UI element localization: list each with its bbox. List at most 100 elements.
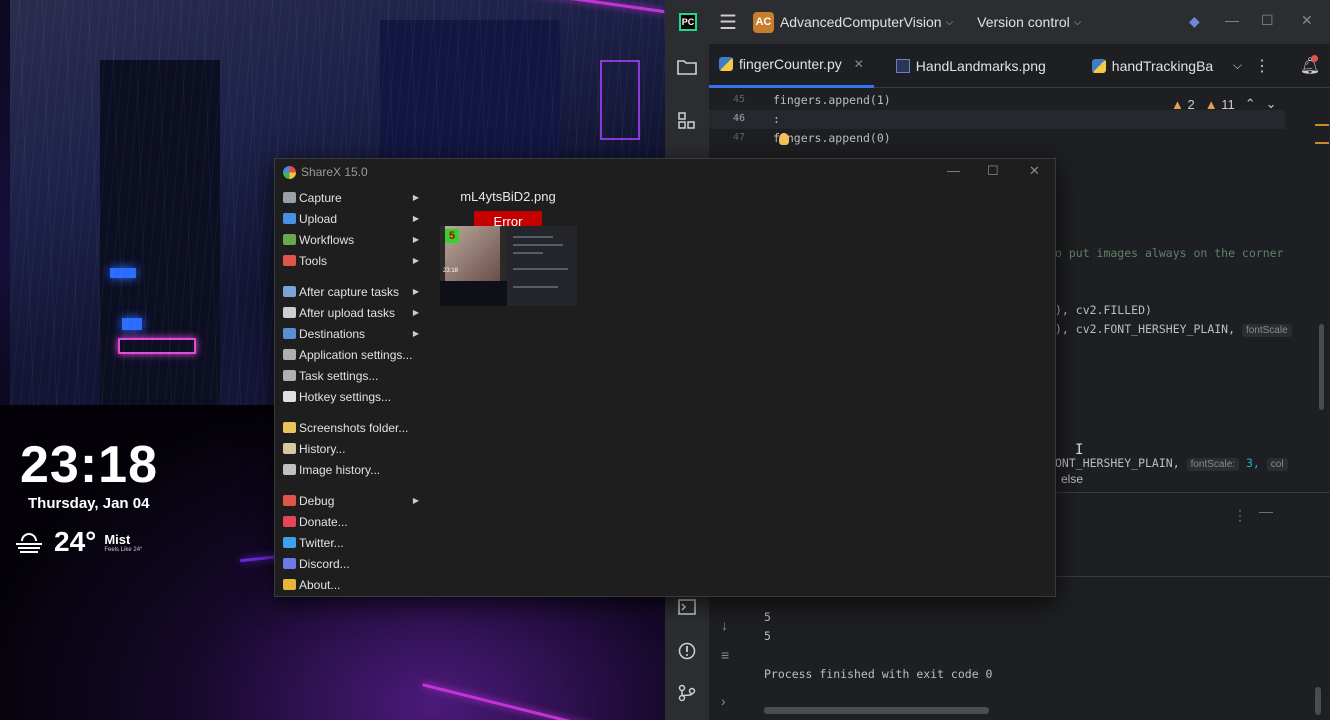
thumbnail-ide-region (507, 226, 577, 306)
menu-item-upload[interactable]: Upload ▶ (275, 208, 425, 229)
terminal-icon[interactable] (676, 596, 698, 618)
after-capture-tasks-icon (283, 286, 296, 297)
close-tab-icon[interactable]: ✕ (854, 57, 864, 71)
chevron-down-icon[interactable]: ⌵ (1233, 58, 1242, 73)
submenu-arrow-icon: ▶ (412, 496, 419, 505)
warning-count[interactable]: ▲ 2 (1171, 97, 1195, 112)
problems-icon[interactable] (676, 640, 698, 662)
pycharm-logo-icon[interactable]: PC (679, 13, 697, 31)
warning-marker[interactable] (1315, 124, 1329, 126)
wallpaper-neon-stripe (422, 683, 598, 720)
editor-vertical-scrollbar[interactable] (1319, 324, 1324, 410)
chevron-down-icon[interactable]: ⌵ (1074, 17, 1082, 28)
menu-item-label: Donate... (299, 514, 348, 529)
menu-item-label: Twitter... (299, 535, 344, 550)
weather-widget: 24° Mist Feels Like 24° (14, 526, 142, 558)
project-badge[interactable]: AC (752, 11, 774, 33)
donate-icon (283, 516, 296, 527)
maximize-icon[interactable]: ☐ (1261, 12, 1274, 29)
run-toolbar: ↓ ≡ › (709, 577, 749, 720)
project-selector[interactable]: AdvancedComputerVision (780, 14, 942, 30)
structure-icon[interactable] (676, 110, 698, 132)
scroll-down-icon[interactable]: ↓ (721, 617, 728, 633)
menu-item-label: After capture tasks (299, 284, 400, 299)
menu-item-tools[interactable]: Tools ▶ (275, 250, 425, 271)
previous-highlight-icon[interactable]: ⌃ (1245, 96, 1256, 112)
image-file-icon (895, 58, 910, 73)
menu-item-twitter[interactable]: Twitter... (275, 532, 425, 553)
menu-item-history[interactable]: History... (275, 438, 425, 459)
weak-warning-count[interactable]: ▲ 11 (1205, 97, 1235, 112)
menu-item-about[interactable]: About... (275, 574, 425, 595)
tab-fingercounter[interactable]: fingerCounter.py ✕ (709, 44, 874, 88)
history-icon (283, 443, 296, 454)
console-horizontal-scrollbar[interactable] (764, 707, 989, 714)
menu-item-destinations[interactable]: Destinations ▶ (275, 323, 425, 344)
git-icon[interactable] (676, 682, 698, 704)
version-control-selector[interactable]: Version control (977, 14, 1070, 30)
completion-suggestion[interactable]: else (1061, 472, 1083, 486)
menu-item-hotkey-settings[interactable]: Hotkey settings... (275, 386, 425, 407)
menu-item-donate[interactable]: Donate... (275, 511, 425, 532)
menu-item-after-upload-tasks[interactable]: After upload tasks ▶ (275, 302, 425, 323)
expand-icon[interactable]: › (721, 693, 726, 709)
sharex-main-menu: Capture ▶ Upload ▶ Workflows ▶ Tools ▶ After cap… (275, 187, 425, 595)
weather-temperature: 24° (54, 526, 97, 557)
next-highlight-icon[interactable]: ⌄ (1266, 96, 1277, 112)
screenshots-folder-icon (283, 422, 296, 433)
more-options-icon[interactable]: ⋮ (1233, 507, 1247, 524)
menu-item-task-settings[interactable]: Task settings... (275, 365, 425, 386)
thumbnail-code-line (513, 252, 543, 254)
upload-icon (283, 213, 296, 224)
tab-handlandmarks[interactable]: HandLandmarks.png (886, 44, 1056, 88)
task-thumbnail-image[interactable]: 5 23:18 (440, 226, 577, 306)
tab-label: HandLandmarks.png (915, 57, 1046, 74)
thumbnail-code-line (513, 286, 558, 288)
menu-item-label: Workflows (299, 232, 355, 247)
minimize-icon[interactable]: — (1225, 12, 1239, 28)
python-console-icon[interactable]: ◆ (1189, 13, 1200, 30)
menu-item-capture[interactable]: Capture ▶ (275, 187, 425, 208)
menu-item-discord[interactable]: Discord... (275, 553, 425, 574)
weak-warning-icon: ▲ (1204, 96, 1218, 112)
warning-marker[interactable] (1315, 142, 1329, 144)
menu-item-screenshots-folder[interactable]: Screenshots folder... (275, 417, 425, 438)
minimize-panel-icon[interactable]: — (1259, 503, 1273, 519)
tab-handtracking[interactable]: handTrackingBa (1082, 44, 1223, 88)
submenu-arrow-icon: ▶ (412, 193, 419, 202)
more-options-icon[interactable]: ⋮ (1254, 56, 1270, 76)
menu-item-label: Upload (299, 211, 338, 226)
weather-condition: Mist (104, 531, 131, 547)
chevron-down-icon[interactable]: ⌵ (946, 17, 954, 28)
project-folder-icon[interactable] (676, 56, 698, 78)
close-icon[interactable]: ✕ (1301, 12, 1313, 29)
debug-icon (283, 495, 296, 506)
code-line: : (773, 112, 780, 126)
close-icon[interactable]: ✕ (1029, 163, 1040, 179)
soft-wrap-icon[interactable]: ≡ (721, 647, 729, 663)
menu-item-workflows[interactable]: Workflows ▶ (275, 229, 425, 250)
error-stripe[interactable] (1315, 124, 1329, 160)
menu-item-image-history[interactable]: Image history... (275, 459, 425, 480)
sharex-titlebar: ShareX 15.0 — ☐ ✕ (275, 159, 1055, 185)
warning-icon: ▲ (1171, 96, 1184, 112)
menu-item-application-settings[interactable]: Application settings... (275, 344, 425, 365)
capture-icon (283, 192, 296, 203)
thumbnail-clock: 23:18 (443, 268, 459, 274)
console-vertical-scrollbar[interactable] (1315, 687, 1321, 715)
menu-item-debug[interactable]: Debug ▶ (275, 490, 425, 511)
task-thumbnail-card[interactable]: mL4ytsBiD2.png Error 5 23:18 (440, 189, 580, 306)
parameter-hint: fontScale (1241, 324, 1292, 337)
line-number: 46 (732, 113, 745, 124)
submenu-arrow-icon: ▶ (412, 235, 419, 244)
tab-label: handTrackingBa (1111, 57, 1214, 74)
inspection-summary[interactable]: ▲ 2 ▲ 11 ⌃ ⌄ (1171, 96, 1277, 112)
minimize-icon[interactable]: — (947, 163, 960, 178)
menu-item-after-capture-tasks[interactable]: After capture tasks ▶ (275, 281, 425, 302)
lightbulb-icon[interactable] (779, 133, 789, 145)
submenu-arrow-icon: ▶ (412, 256, 419, 265)
python-file-icon (1091, 58, 1106, 73)
workflows-icon (283, 234, 296, 245)
maximize-icon[interactable]: ☐ (987, 163, 999, 179)
hamburger-menu-icon[interactable]: ☰ (719, 10, 737, 35)
